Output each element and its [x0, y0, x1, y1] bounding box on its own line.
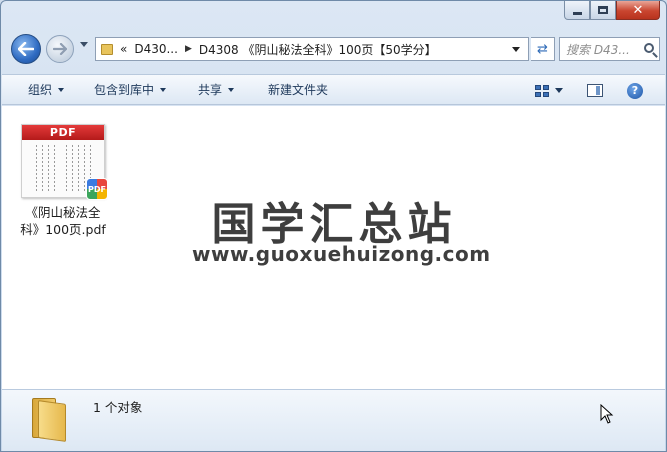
forward-arrow-icon [53, 43, 67, 55]
organize-label: 组织 [28, 83, 53, 97]
navigation-bar: « D430... ▶ D4308 《阴山秘法全科》100页【50学分】 ⇄ 搜… [7, 31, 660, 67]
new-folder-button[interactable]: 新建文件夹 [268, 81, 328, 98]
address-prefix[interactable]: « [120, 42, 127, 56]
status-bar: 1 个对象 [2, 389, 665, 451]
pdf-band: PDF [22, 125, 104, 140]
file-name-line2: 科》100页.pdf [20, 222, 106, 237]
refresh-button[interactable]: ⇄ [531, 37, 555, 61]
share-label: 共享 [198, 83, 223, 97]
address-bar[interactable]: « D430... ▶ D4308 《阴山秘法全科》100页【50学分】 [95, 37, 529, 61]
maximize-icon [598, 6, 608, 14]
file-list-area[interactable]: PDF PDF 《阴山秘法全 科》100页.pdf 国学汇总站 www.guox… [2, 106, 665, 389]
minimize-button[interactable] [564, 1, 590, 20]
breadcrumb-parent[interactable]: D430... [134, 42, 178, 56]
mouse-cursor-icon [600, 404, 614, 424]
view-dropdown-icon[interactable] [555, 88, 563, 93]
chevron-down-icon [160, 87, 167, 92]
close-button[interactable]: ✕ [616, 1, 660, 20]
refresh-icon: ⇄ [537, 41, 548, 57]
watermark-url: www.guoxuehuizong.com [192, 242, 491, 266]
preview-pane-icon[interactable] [587, 84, 603, 97]
back-arrow-icon [18, 42, 34, 56]
breadcrumb-separator-icon[interactable]: ▶ [185, 44, 192, 54]
new-folder-label: 新建文件夹 [268, 83, 329, 97]
explorer-window: ✕ « D430... ▶ D4308 《阴山秘法全科》100页【50学分】 ⇄… [0, 0, 667, 452]
include-library-button[interactable]: 包含到库中 [94, 81, 167, 98]
folder-icon [32, 398, 68, 442]
caption-buttons: ✕ [564, 1, 660, 21]
close-icon: ✕ [632, 2, 644, 18]
file-name: 《阴山秘法全 科》100页.pdf [12, 204, 114, 238]
search-icon[interactable] [644, 43, 654, 53]
pdf-app-icon: PDF [86, 178, 108, 200]
minimize-icon [572, 11, 582, 15]
organize-button[interactable]: 组织 [28, 81, 65, 98]
folder-icon [101, 43, 113, 55]
view-controls: ? [535, 75, 665, 106]
chevron-down-icon [228, 87, 235, 92]
address-dropdown-icon[interactable] [512, 47, 520, 52]
help-icon[interactable]: ? [627, 82, 643, 99]
share-button[interactable]: 共享 [198, 81, 235, 98]
recent-pages-dropdown[interactable] [80, 42, 88, 47]
back-button[interactable] [11, 34, 41, 64]
item-count: 1 个对象 [93, 400, 143, 415]
chevron-down-icon [58, 87, 65, 92]
forward-button[interactable] [46, 35, 74, 63]
file-item[interactable]: PDF PDF 《阴山秘法全 科》100页.pdf [12, 124, 114, 238]
pdf-thumbnail: PDF PDF [21, 124, 108, 200]
breadcrumb-current[interactable]: D4308 《阴山秘法全科》100页【50学分】 [199, 41, 437, 58]
include-library-label: 包含到库中 [94, 83, 155, 97]
search-input[interactable]: 搜索 D43... [566, 41, 642, 58]
change-view-icon[interactable] [535, 84, 549, 97]
command-bar: 组织 包含到库中 共享 新建文件夹 ? [2, 74, 665, 105]
search-box[interactable]: 搜索 D43... [559, 37, 660, 61]
maximize-button[interactable] [590, 1, 616, 20]
file-name-line1: 《阴山秘法全 [25, 205, 101, 220]
